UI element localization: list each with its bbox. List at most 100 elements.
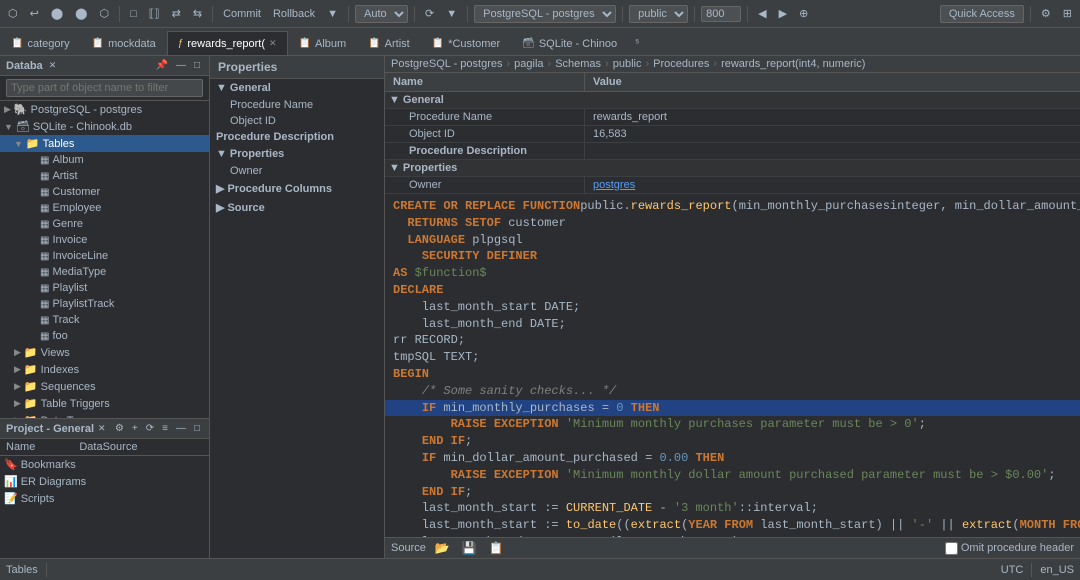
tree-item-mediatype[interactable]: ▦ MediaType	[0, 264, 209, 280]
db-panel-btn-pin[interactable]: 📌	[153, 59, 171, 72]
tree-item-customer[interactable]: ▦ Customer	[0, 184, 209, 200]
tab-customer[interactable]: 📋 *Customer	[421, 31, 511, 55]
tab-more[interactable]: ⁵	[628, 31, 646, 55]
project-panel-btn-max[interactable]: □	[191, 422, 203, 435]
project-panel-btn-min[interactable]: —	[173, 422, 189, 435]
tab-album[interactable]: 📋 Album	[288, 31, 358, 55]
commit-button[interactable]: Commit	[219, 6, 265, 22]
auto-dropdown[interactable]: Auto	[355, 5, 408, 23]
project-item-scripts[interactable]: 📝 Scripts	[0, 490, 209, 507]
prop-section-source[interactable]: ▶ Source	[210, 198, 384, 217]
tab-rewards-report[interactable]: ƒ rewards_report( ✕	[167, 31, 288, 55]
tree-item-chinook[interactable]: ▼ 🗃 SQLite - Chinook.db	[0, 118, 209, 135]
prop-row-object-id[interactable]: Object ID	[210, 113, 384, 129]
tree-item-invoiceline[interactable]: ▦ InvoiceLine	[0, 248, 209, 264]
props-val-owner: postgres	[585, 177, 1080, 193]
source-btn-open[interactable]: 📂	[432, 540, 453, 556]
owner-link[interactable]: postgres	[593, 179, 635, 191]
db-panel-btn-max[interactable]: □	[191, 59, 203, 72]
project-tree: 🔖 Bookmarks 📊 ER Diagrams 📝 Scripts	[0, 456, 209, 558]
tree-item-indexes[interactable]: ▶ 📁 Indexes	[0, 361, 209, 378]
toolbar-sep-8	[747, 6, 748, 22]
prop-row-procedure-name[interactable]: Procedure Name	[210, 97, 384, 113]
zoom-input[interactable]	[701, 6, 741, 22]
tree-item-views[interactable]: ▶ 📁 Views	[0, 344, 209, 361]
project-panel-title: Project - General	[6, 423, 94, 435]
employee-table-label: Employee	[52, 202, 101, 214]
proc-desc-label: Procedure Description	[216, 131, 334, 143]
code-editor[interactable]: CREATE OR REPLACE FUNCTION public.reward…	[385, 194, 1080, 537]
project-panel-btn-add[interactable]: +	[129, 422, 141, 435]
tree-item-playlist[interactable]: ▦ Playlist	[0, 280, 209, 296]
toolbar-btn-4[interactable]: ⬤	[71, 5, 91, 22]
tree-item-album[interactable]: ▦ Album	[0, 152, 209, 168]
tree-item-invoice[interactable]: ▦ Invoice	[0, 232, 209, 248]
toolbar-btn-12[interactable]: ▼	[442, 6, 461, 22]
source-btn-save[interactable]: 💾	[459, 540, 480, 556]
props-row-proc-name[interactable]: Procedure Name rewards_report	[385, 109, 1080, 126]
db-filter-input[interactable]	[6, 79, 203, 97]
tree-item-genre[interactable]: ▦ Genre	[0, 216, 209, 232]
project-name-col: Name	[6, 441, 35, 453]
toolbar-btn-13[interactable]: ◀	[754, 5, 770, 22]
toolbar-btn-15[interactable]: ⊕	[795, 5, 812, 22]
source-btn-copy[interactable]: 📋	[486, 540, 507, 556]
props-row-owner[interactable]: Owner postgres	[385, 177, 1080, 194]
tree-item-tables[interactable]: ▼ 📁 Tables	[0, 135, 209, 152]
props-row-object-id[interactable]: Object ID 16,583	[385, 126, 1080, 143]
db-panel-btn-min[interactable]: —	[173, 59, 189, 72]
artist-table-icon: ▦	[40, 171, 49, 182]
tab-mockdata-label: mockdata	[108, 38, 156, 50]
prop-row-procedure-desc[interactable]: Procedure Description	[210, 129, 384, 145]
prop-row-owner[interactable]: Owner	[210, 163, 384, 179]
project-item-er-diagrams[interactable]: 📊 ER Diagrams	[0, 473, 209, 490]
tree-item-track[interactable]: ▦ Track	[0, 312, 209, 328]
project-panel-btn-gear[interactable]: ⚙	[112, 422, 127, 435]
toolbar-btn-8[interactable]: ⇄	[168, 5, 185, 22]
indexes-label: Indexes	[41, 364, 80, 376]
omit-label[interactable]: Omit procedure header	[961, 542, 1074, 554]
employee-table-icon: ▦	[40, 203, 49, 214]
tab-mockdata[interactable]: 📋 mockdata	[81, 31, 167, 55]
prop-section-general[interactable]: ▼ General	[210, 79, 384, 97]
props-general-section[interactable]: ▼ General	[385, 92, 1080, 109]
rewards-tab-close[interactable]: ✕	[269, 38, 277, 49]
tree-item-playlisttrack[interactable]: ▦ PlaylistTrack	[0, 296, 209, 312]
toolbar-btn-10[interactable]: ▼	[323, 6, 342, 22]
omit-checkbox[interactable]	[945, 542, 958, 555]
prop-section-proc-columns[interactable]: ▶ Procedure Columns	[210, 179, 384, 198]
toolbar-btn-1[interactable]: ⬡	[4, 5, 22, 22]
tree-item-foo[interactable]: ▦ foo	[0, 328, 209, 344]
toolbar-btn-16[interactable]: ⚙	[1037, 5, 1055, 22]
prop-section-properties[interactable]: ▼ Properties	[210, 145, 384, 163]
quick-access-button[interactable]: Quick Access	[940, 5, 1024, 23]
toolbar-btn-9[interactable]: ⇆	[189, 5, 206, 22]
tree-item-table-triggers[interactable]: ▶ 📁 Table Triggers	[0, 395, 209, 412]
props-general-label: General	[403, 94, 444, 106]
project-item-bookmarks[interactable]: 🔖 Bookmarks	[0, 456, 209, 473]
db-dropdown[interactable]: PostgreSQL - postgres	[474, 5, 616, 23]
tree-item-employee[interactable]: ▦ Employee	[0, 200, 209, 216]
tab-artist[interactable]: 📋 Artist	[357, 31, 421, 55]
toolbar-btn-11[interactable]: ⟳	[421, 5, 438, 22]
omit-procedure-header-check[interactable]: Omit procedure header	[945, 542, 1074, 555]
schema-dropdown[interactable]: public	[629, 5, 688, 23]
props-row-proc-desc[interactable]: Procedure Description	[385, 143, 1080, 160]
toolbar-btn-14[interactable]: ▶	[775, 5, 791, 22]
toolbar-btn-2[interactable]: ↩	[26, 5, 43, 22]
toolbar-btn-17[interactable]: ⊞	[1059, 5, 1076, 22]
tab-sqlite-chinoo[interactable]: 🗃 SQLite - Chinoo	[511, 31, 628, 55]
toolbar-btn-5[interactable]: ⬡	[95, 5, 113, 22]
props-properties-section[interactable]: ▼ Properties	[385, 160, 1080, 177]
indexes-folder-icon: 📁	[24, 363, 38, 376]
project-panel-btn-refresh[interactable]: ⟳	[143, 422, 157, 435]
project-panel-btn-settings[interactable]: ≡	[159, 422, 171, 435]
tree-item-postgres[interactable]: ▶ 🐘 PostgreSQL - postgres	[0, 101, 209, 118]
tab-category[interactable]: 📋 category	[0, 31, 81, 55]
toolbar-btn-7[interactable]: ⟦⟧	[145, 5, 164, 22]
tree-item-artist[interactable]: ▦ Artist	[0, 168, 209, 184]
tree-item-sequences[interactable]: ▶ 📁 Sequences	[0, 378, 209, 395]
rollback-button[interactable]: Rollback	[269, 6, 319, 22]
toolbar-btn-3[interactable]: ⬤	[47, 5, 67, 22]
toolbar-btn-6[interactable]: □	[126, 6, 141, 22]
